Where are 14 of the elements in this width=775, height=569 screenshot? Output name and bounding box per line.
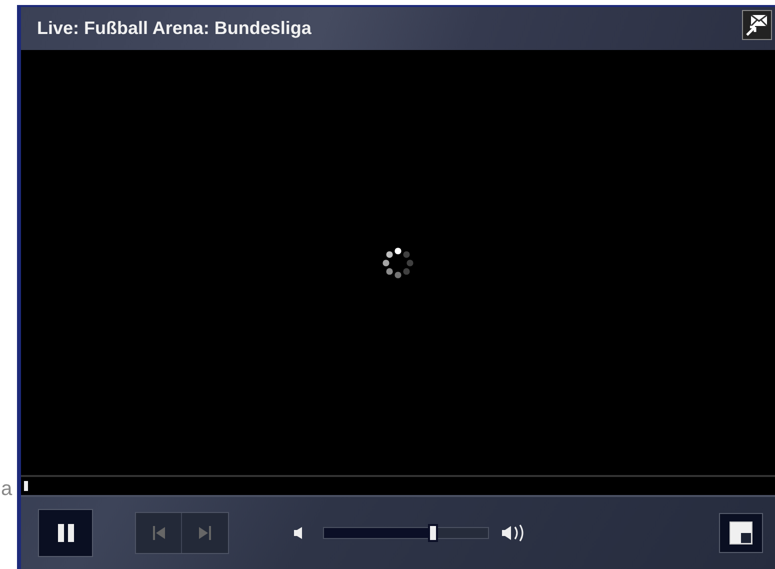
volume-handle[interactable] <box>428 524 438 542</box>
fullscreen-icon[interactable] <box>729 521 753 545</box>
next-button[interactable] <box>182 513 228 553</box>
skip-back-icon[interactable] <box>152 525 166 541</box>
background-letter: a <box>1 478 12 501</box>
volume-slider[interactable] <box>323 527 489 539</box>
previous-button[interactable] <box>136 513 182 553</box>
skip-forward-icon[interactable] <box>198 525 212 541</box>
video-title: Live: Fußball Arena: Bundesliga <box>37 18 312 39</box>
progress-handle[interactable] <box>24 481 28 491</box>
volume-low-icon[interactable] <box>293 526 305 540</box>
fullscreen-button[interactable] <box>719 513 763 553</box>
play-pause-button[interactable] <box>38 509 93 557</box>
progress-track[interactable] <box>21 477 775 497</box>
